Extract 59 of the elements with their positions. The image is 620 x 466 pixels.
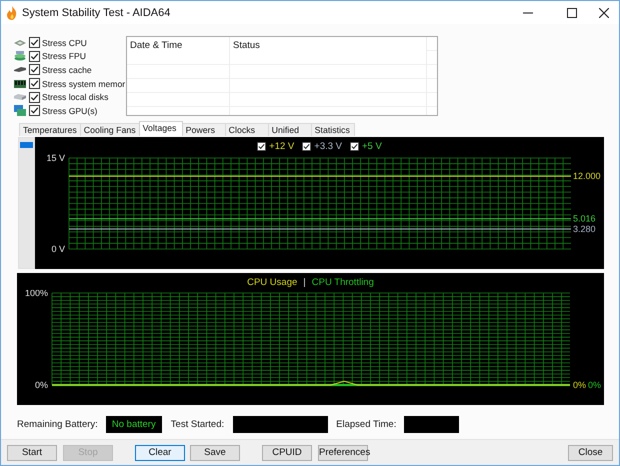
window-title: System Stability Test - AIDA64 — [22, 6, 170, 18]
axis-label: 100% — [24, 290, 48, 298]
checkbox-label: Stress CPU — [42, 38, 87, 48]
drive-icon — [14, 94, 26, 100]
battery-label: Remaining Battery: — [17, 418, 98, 430]
started-label: Test Started: — [170, 418, 224, 430]
elapsed-label: Elapsed Time: — [336, 418, 396, 430]
coin-stack-icon — [14, 51, 26, 62]
legend-separator: | — [303, 277, 306, 288]
maximize-icon[interactable] — [567, 8, 577, 18]
checkbox[interactable] — [350, 142, 359, 151]
button[interactable]: Save — [190, 444, 240, 460]
flame-icon — [6, 6, 18, 20]
checkbox[interactable] — [302, 142, 312, 151]
scroll-bar[interactable] — [18, 137, 35, 269]
axis-label: 15 V — [46, 154, 65, 163]
checkbox[interactable] — [29, 105, 40, 116]
tab[interactable]: Cooling Fans — [80, 123, 140, 136]
value-reading: 0% — [573, 380, 586, 390]
value-reading: 3.280 — [573, 224, 596, 234]
legend-label: +12 V — [269, 141, 294, 152]
elapsed-field — [404, 416, 460, 432]
checkbox[interactable] — [29, 50, 40, 62]
tab[interactable]: Statistics — [310, 123, 355, 136]
close-icon[interactable] — [599, 8, 609, 18]
checkbox[interactable] — [29, 78, 40, 90]
checkbox-label: Stress system memor — [42, 78, 126, 89]
memory-module-icon — [14, 80, 26, 88]
chip-icon — [14, 40, 26, 46]
tab[interactable]: Unified — [268, 123, 312, 136]
legend-label: CPU Throttling — [312, 277, 374, 288]
button[interactable]: Preferences — [318, 444, 368, 460]
button[interactable]: CPUID — [262, 444, 312, 460]
graphics-card-icon — [14, 105, 26, 116]
checkbox[interactable] — [29, 92, 40, 103]
tab[interactable]: Temperatures — [19, 123, 81, 136]
legend-label: CPU Usage — [247, 277, 298, 288]
tab[interactable]: Powers — [182, 123, 226, 136]
button[interactable]: Clear — [135, 444, 185, 460]
button[interactable]: Start — [7, 444, 57, 460]
checkbox[interactable] — [29, 64, 40, 76]
battery-field: No battery — [106, 416, 162, 432]
tab[interactable]: Clocks — [224, 123, 269, 136]
axis-label: 0 V — [51, 244, 65, 254]
checkbox[interactable] — [29, 37, 40, 48]
checkbox-label: Stress FPU — [42, 51, 86, 62]
axis-label: 0% — [34, 380, 48, 390]
value-reading: 12.000 — [573, 171, 601, 182]
minimize-icon[interactable] — [523, 12, 533, 14]
checkbox-label: Stress GPU(s) — [42, 106, 98, 116]
value-reading: 5.016 — [573, 214, 596, 224]
value-reading: 0% — [588, 380, 602, 390]
checkbox-label: Stress cache — [42, 64, 92, 75]
checkbox-label: Stress local disks — [42, 92, 108, 102]
checkbox[interactable] — [257, 142, 266, 151]
legend-label: +5 V — [362, 141, 382, 152]
tab[interactable]: Voltages — [138, 121, 183, 136]
legend-label: +3.3 V — [314, 141, 342, 152]
memory-chip-icon — [14, 67, 26, 72]
